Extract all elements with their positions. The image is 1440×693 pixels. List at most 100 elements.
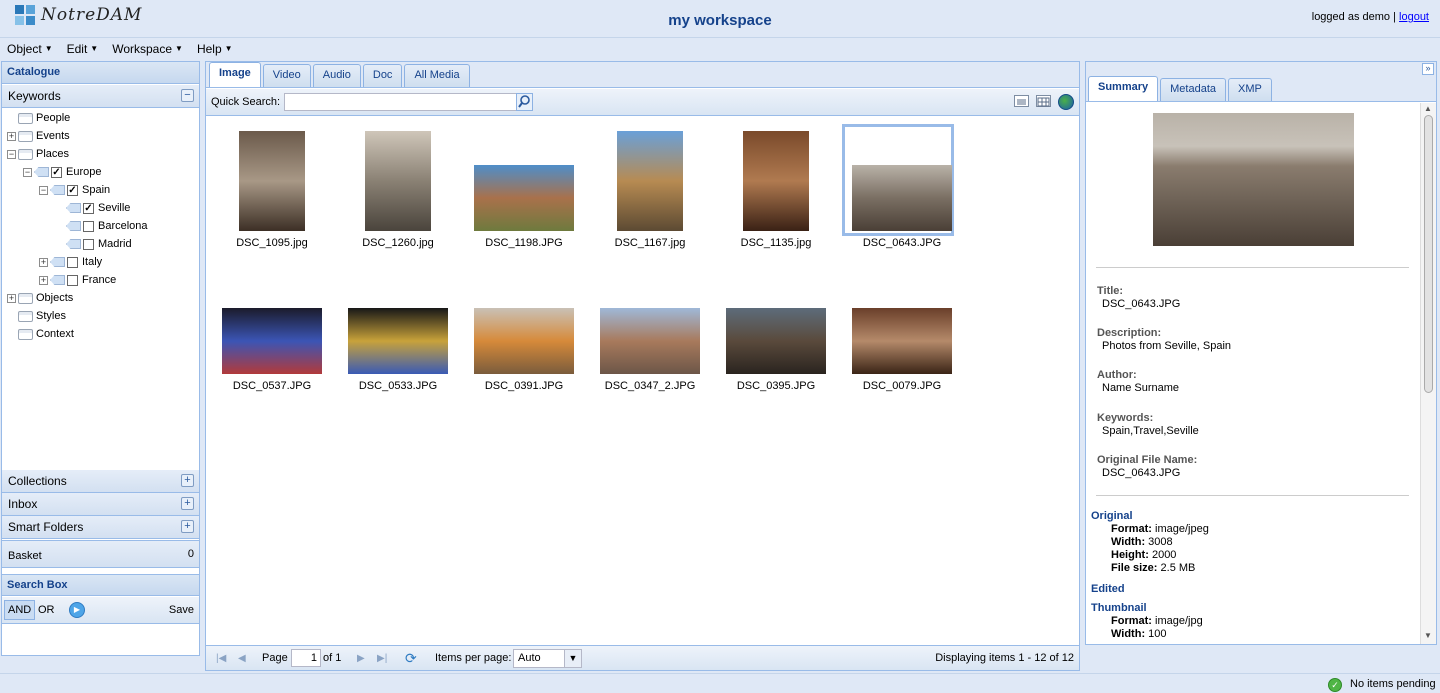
keyword-checkbox[interactable]: ✓ — [51, 166, 62, 178]
expand-icon[interactable]: + — [181, 497, 194, 510]
expand-icon[interactable]: + — [181, 474, 194, 487]
expand-icon[interactable]: + — [39, 275, 48, 285]
last-page-icon[interactable]: ▶| — [377, 653, 387, 664]
first-page-icon[interactable]: |◀ — [216, 653, 226, 664]
collapse-icon[interactable]: − — [181, 89, 194, 102]
tree-node[interactable]: + Objects — [7, 289, 73, 307]
author-value: Name Surname — [1102, 382, 1180, 394]
media-thumbnail[interactable]: DSC_0079.JPG — [842, 117, 962, 392]
page-number-input[interactable] — [291, 649, 321, 667]
tab-audio[interactable]: Audio — [312, 64, 361, 87]
smart-folders-header[interactable]: Smart Folders + — [2, 516, 199, 539]
tree-node-label: Europe — [66, 166, 102, 178]
description-label: Description: — [1097, 327, 1162, 339]
expand-icon[interactable]: + — [39, 257, 48, 267]
globe-icon[interactable] — [1058, 94, 1074, 110]
keyword-checkbox[interactable] — [83, 220, 94, 232]
menu-object[interactable]: Object ▼ — [7, 42, 53, 56]
tree-node-label: Styles — [36, 310, 66, 322]
prev-page-icon[interactable]: ◀ — [238, 653, 246, 664]
tree-node[interactable]: Context — [7, 325, 74, 343]
keyword-checkbox[interactable]: ✓ — [67, 184, 78, 196]
tree-node[interactable]: People — [7, 109, 70, 127]
tree-node[interactable]: ✓ Seville — [55, 199, 130, 217]
property-row: Height: 2000 — [1111, 549, 1176, 561]
collapse-icon[interactable]: − — [39, 185, 48, 195]
tree-node[interactable]: − ✓ Europe — [23, 163, 101, 181]
scroll-down-icon[interactable]: ▼ — [1424, 631, 1432, 640]
thumbnail-caption: DSC_0533.JPG — [358, 380, 438, 392]
tag-icon — [66, 239, 81, 249]
thumbnail-caption: DSC_1095.jpg — [236, 237, 308, 249]
save-button[interactable]: Save — [169, 604, 194, 616]
thumbnail-caption: DSC_0079.JPG — [862, 380, 942, 392]
tree-node[interactable]: + Events — [7, 127, 70, 145]
scroll-thumb[interactable] — [1424, 115, 1433, 393]
play-icon[interactable]: ▶ — [69, 602, 85, 618]
menu-help[interactable]: Help ▼ — [197, 42, 233, 56]
title-value: DSC_0643.JPG — [1102, 298, 1181, 310]
thumbnail-caption: DSC_1135.jpg — [740, 237, 812, 249]
folder-icon — [18, 310, 33, 322]
menu-edit[interactable]: Edit ▼ — [67, 42, 99, 56]
collapse-right-icon[interactable]: » — [1422, 63, 1434, 75]
media-thumbnail[interactable]: DSC_0395.JPG — [716, 117, 836, 392]
next-page-icon[interactable]: ▶ — [357, 653, 365, 664]
menu-workspace[interactable]: Workspace ▼ — [112, 42, 183, 56]
collapse-icon[interactable]: − — [7, 149, 16, 159]
keywords-header[interactable]: Keywords − — [2, 85, 199, 108]
orig-file-value: DSC_0643.JPG — [1102, 467, 1181, 479]
thumbnail-image — [239, 131, 305, 231]
media-thumbnail[interactable]: DSC_0537.JPG — [212, 117, 332, 392]
tree-node[interactable]: − Places — [7, 145, 69, 163]
collections-header[interactable]: Collections + — [2, 470, 199, 493]
grid-view-icon[interactable] — [1036, 95, 1051, 107]
chevron-down-icon: ▼ — [175, 44, 183, 53]
tab-xmp[interactable]: XMP — [1228, 78, 1272, 101]
tag-icon — [66, 203, 81, 213]
tree-node[interactable]: Styles — [7, 307, 66, 325]
items-per-page-select[interactable]: Auto ▼ — [513, 649, 582, 668]
tab-metadata[interactable]: Metadata — [1160, 78, 1227, 101]
tree-node-label: Events — [36, 130, 70, 142]
search-icon[interactable] — [516, 93, 533, 111]
inbox-header[interactable]: Inbox + — [2, 493, 199, 516]
media-thumbnail[interactable]: DSC_0391.JPG — [464, 117, 584, 392]
tab-summary[interactable]: Summary — [1088, 76, 1159, 101]
list-view-icon[interactable] — [1014, 95, 1029, 107]
search-box-toolbar: AND OR ▶ Save — [2, 597, 199, 624]
media-thumbnail[interactable]: DSC_0533.JPG — [338, 117, 458, 392]
tab-all-media[interactable]: All Media — [404, 64, 470, 87]
tree-node[interactable]: + Italy — [39, 253, 102, 271]
keyword-checkbox[interactable] — [67, 256, 78, 268]
logout-link[interactable]: logout — [1399, 11, 1429, 23]
collapse-icon[interactable]: − — [23, 167, 32, 177]
paging-toolbar: |◀ ◀ Page of 1 ▶ ▶| ⟳ Items per page: Au… — [206, 645, 1079, 670]
quick-search-input[interactable] — [284, 93, 517, 111]
or-button[interactable]: OR — [38, 604, 55, 616]
tree-node-label: France — [82, 274, 117, 286]
scroll-up-icon[interactable]: ▲ — [1424, 104, 1432, 113]
tag-icon — [50, 185, 65, 195]
tree-node[interactable]: + France — [39, 271, 116, 289]
tab-image[interactable]: Image — [209, 62, 261, 87]
keyword-checkbox[interactable] — [83, 238, 94, 250]
tab-video[interactable]: Video — [262, 64, 311, 87]
page-label: Page — [262, 652, 288, 664]
refresh-icon[interactable]: ⟳ — [405, 650, 421, 666]
thumbnail-image — [222, 308, 322, 374]
tree-node[interactable]: Barcelona — [55, 217, 148, 235]
details-scrollbar[interactable]: ▲ ▼ — [1420, 103, 1436, 644]
media-thumbnail[interactable]: DSC_0347_2.JPG — [590, 117, 710, 392]
expand-icon[interactable]: + — [181, 520, 194, 533]
expand-icon[interactable]: + — [7, 293, 16, 303]
keyword-checkbox[interactable]: ✓ — [83, 202, 94, 214]
basket-header[interactable]: Basket 0 — [2, 540, 199, 568]
tree-node[interactable]: − ✓ Spain — [39, 181, 110, 199]
and-button[interactable]: AND — [4, 600, 36, 620]
keyword-checkbox[interactable] — [67, 274, 78, 286]
status-bar: ✓ No items pending — [0, 673, 1440, 693]
tab-doc[interactable]: Doc — [362, 64, 403, 87]
expand-icon[interactable]: + — [7, 131, 16, 141]
tree-node[interactable]: Madrid — [55, 235, 132, 253]
